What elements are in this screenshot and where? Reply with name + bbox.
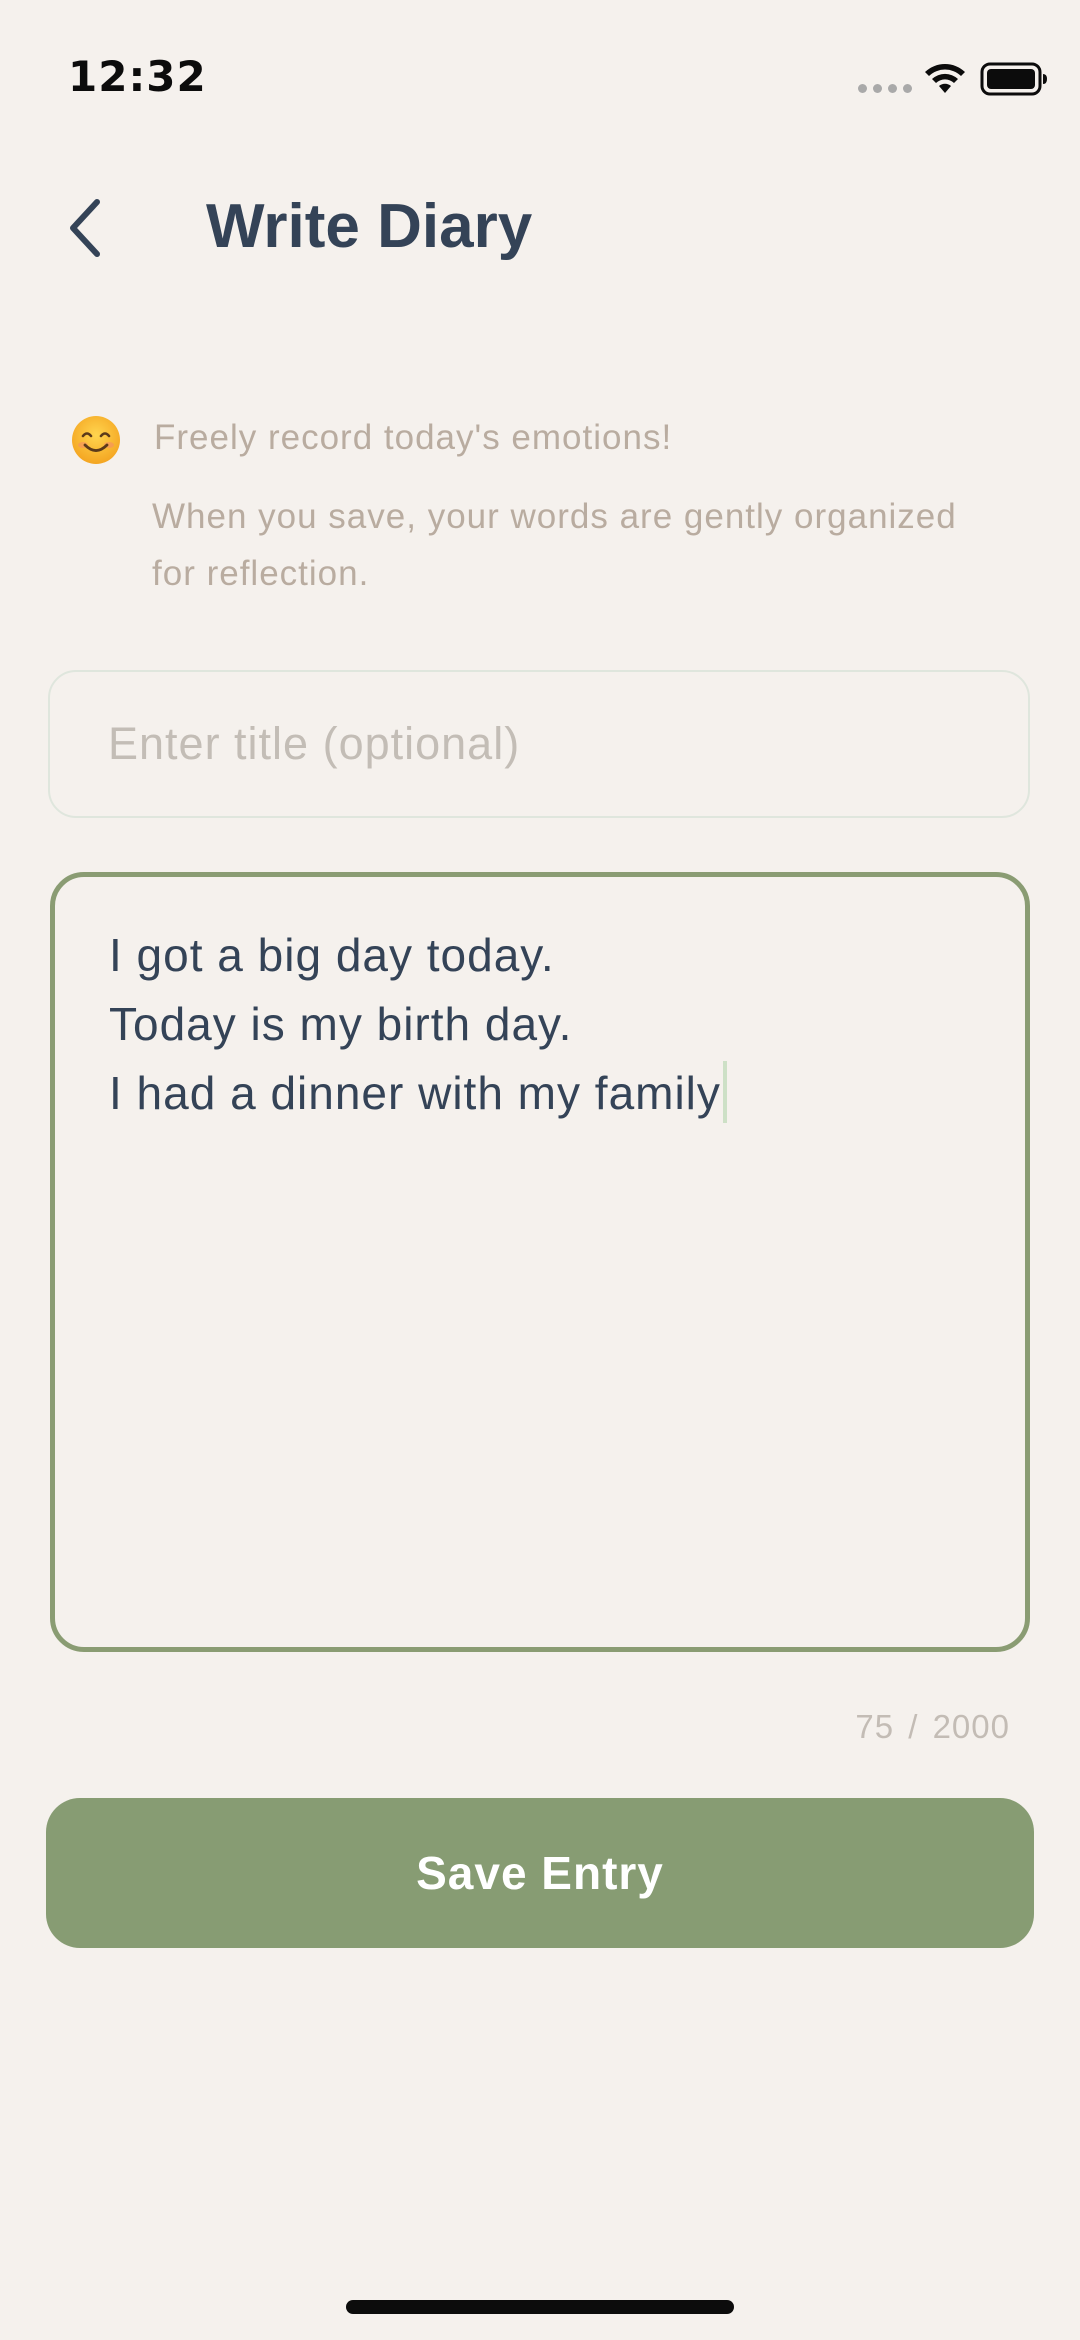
character-count: 75 / 2000 (855, 1708, 1010, 1746)
body-line: I got a big day today. (109, 929, 555, 981)
home-indicator[interactable] (346, 2300, 734, 2314)
character-count-current: 75 (855, 1708, 895, 1745)
battery-icon (980, 62, 1047, 96)
save-entry-button[interactable]: Save Entry (46, 1798, 1034, 1948)
page-title: Write Diary (206, 192, 533, 261)
signal-dots-icon (858, 84, 912, 93)
status-time: 12:32 (68, 52, 207, 101)
title-input[interactable] (48, 670, 1030, 818)
body-line: Today is my birth day. (109, 998, 573, 1050)
smiling-face-emoji-icon (72, 416, 120, 464)
character-count-separator: / (908, 1708, 919, 1745)
diary-body-text[interactable]: I got a big day today. Today is my birth… (109, 921, 969, 1128)
status-bar: 12:32 (0, 0, 1080, 130)
back-button[interactable] (50, 190, 120, 266)
body-line-current: I had a dinner with my family (109, 1059, 969, 1128)
diary-body-field[interactable]: I got a big day today. Today is my birth… (50, 872, 1030, 1652)
text-caret (722, 1061, 727, 1123)
intro-hint: Freely record today's emotions! When you… (0, 400, 1080, 620)
intro-body: When you save, your words are gently org… (152, 497, 957, 593)
header: Write Diary (0, 170, 1080, 290)
intro-headline: Freely record today's emotions! (154, 418, 673, 457)
chevron-left-icon (70, 199, 100, 257)
wifi-icon (925, 64, 965, 93)
character-count-max: 2000 (932, 1708, 1010, 1745)
body-line-text: I had a dinner with my family (109, 1067, 721, 1119)
